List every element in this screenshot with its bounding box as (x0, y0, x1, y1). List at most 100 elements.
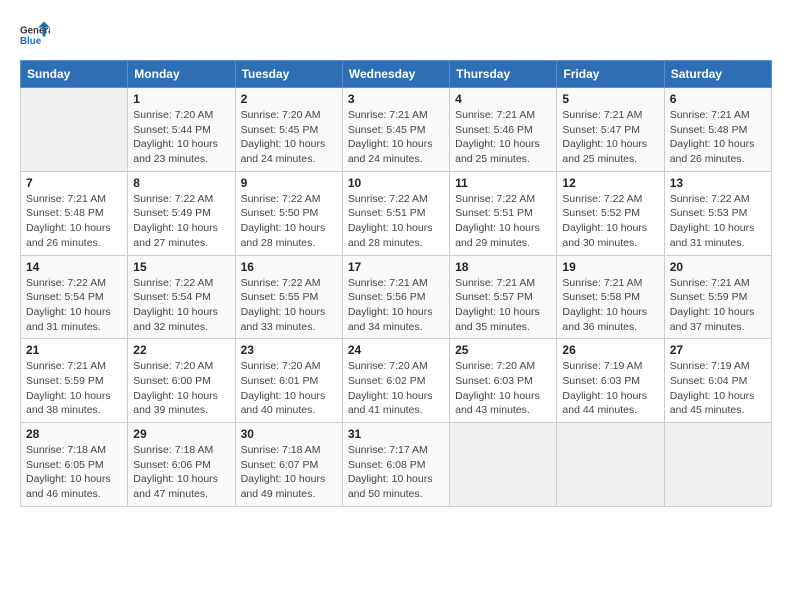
day-info: Sunrise: 7:20 AMSunset: 6:00 PMDaylight:… (133, 359, 229, 418)
calendar-cell: 14 Sunrise: 7:22 AMSunset: 5:54 PMDayligh… (21, 255, 128, 339)
calendar-cell: 7 Sunrise: 7:21 AMSunset: 5:48 PMDaylight… (21, 171, 128, 255)
calendar-week-4: 21 Sunrise: 7:21 AMSunset: 5:59 PMDayligh… (21, 339, 772, 423)
calendar-cell: 13 Sunrise: 7:22 AMSunset: 5:53 PMDayligh… (664, 171, 771, 255)
day-number: 18 (455, 260, 551, 274)
day-info: Sunrise: 7:22 AMSunset: 5:52 PMDaylight:… (562, 192, 658, 251)
calendar-week-2: 7 Sunrise: 7:21 AMSunset: 5:48 PMDaylight… (21, 171, 772, 255)
day-number: 3 (348, 92, 444, 106)
calendar-cell: 8 Sunrise: 7:22 AMSunset: 5:49 PMDaylight… (128, 171, 235, 255)
day-number: 31 (348, 427, 444, 441)
calendar-week-1: 1 Sunrise: 7:20 AMSunset: 5:44 PMDaylight… (21, 88, 772, 172)
day-info: Sunrise: 7:21 AMSunset: 5:48 PMDaylight:… (26, 192, 122, 251)
calendar-cell: 6Sunrise: 7:21 AMSunset: 5:48 PMDaylight… (664, 88, 771, 172)
day-header-saturday: Saturday (664, 61, 771, 88)
day-info: Sunrise: 7:21 AMSunset: 5:45 PMDaylight:… (348, 108, 444, 167)
calendar-cell: 26 Sunrise: 7:19 AMSunset: 6:03 PMDayligh… (557, 339, 664, 423)
day-number: 12 (562, 176, 658, 190)
day-info: Sunrise: 7:22 AMSunset: 5:54 PMDaylight:… (26, 276, 122, 335)
day-number: 5 (562, 92, 658, 106)
day-number: 14 (26, 260, 122, 274)
day-number: 13 (670, 176, 766, 190)
calendar-cell: 27 Sunrise: 7:19 AMSunset: 6:04 PMDayligh… (664, 339, 771, 423)
day-number: 21 (26, 343, 122, 357)
day-number: 2 (241, 92, 337, 106)
day-number: 15 (133, 260, 229, 274)
day-info: Sunrise: 7:21 AMSunset: 5:48 PMDaylight:… (670, 108, 766, 167)
day-info: Sunrise: 7:22 AMSunset: 5:51 PMDaylight:… (455, 192, 551, 251)
day-number: 25 (455, 343, 551, 357)
calendar-cell: 16 Sunrise: 7:22 AMSunset: 5:55 PMDayligh… (235, 255, 342, 339)
day-number: 22 (133, 343, 229, 357)
day-info: Sunrise: 7:19 AMSunset: 6:04 PMDaylight:… (670, 359, 766, 418)
day-number: 23 (241, 343, 337, 357)
calendar-week-3: 14 Sunrise: 7:22 AMSunset: 5:54 PMDayligh… (21, 255, 772, 339)
day-info: Sunrise: 7:20 AMSunset: 6:03 PMDaylight:… (455, 359, 551, 418)
day-info: Sunrise: 7:21 AMSunset: 5:58 PMDaylight:… (562, 276, 658, 335)
calendar-cell: 1 Sunrise: 7:20 AMSunset: 5:44 PMDaylight… (128, 88, 235, 172)
day-number: 29 (133, 427, 229, 441)
day-number: 10 (348, 176, 444, 190)
day-number: 17 (348, 260, 444, 274)
day-info: Sunrise: 7:22 AMSunset: 5:50 PMDaylight:… (241, 192, 337, 251)
calendar-cell: 5 Sunrise: 7:21 AMSunset: 5:47 PMDaylight… (557, 88, 664, 172)
page-header: General Blue (20, 20, 772, 50)
day-info: Sunrise: 7:21 AMSunset: 5:57 PMDaylight:… (455, 276, 551, 335)
day-number: 9 (241, 176, 337, 190)
day-info: Sunrise: 7:21 AMSunset: 5:56 PMDaylight:… (348, 276, 444, 335)
calendar-cell: 20Sunrise: 7:21 AMSunset: 5:59 PMDayligh… (664, 255, 771, 339)
calendar-cell (450, 423, 557, 507)
day-number: 28 (26, 427, 122, 441)
calendar-cell: 24Sunrise: 7:20 AMSunset: 6:02 PMDayligh… (342, 339, 449, 423)
calendar-cell: 25 Sunrise: 7:20 AMSunset: 6:03 PMDayligh… (450, 339, 557, 423)
day-info: Sunrise: 7:17 AMSunset: 6:08 PMDaylight:… (348, 443, 444, 502)
calendar-cell (664, 423, 771, 507)
calendar-cell: 4 Sunrise: 7:21 AMSunset: 5:46 PMDaylight… (450, 88, 557, 172)
day-header-monday: Monday (128, 61, 235, 88)
day-number: 1 (133, 92, 229, 106)
day-number: 7 (26, 176, 122, 190)
day-info: Sunrise: 7:21 AMSunset: 5:46 PMDaylight:… (455, 108, 551, 167)
day-info: Sunrise: 7:21 AMSunset: 5:47 PMDaylight:… (562, 108, 658, 167)
calendar-cell: 19 Sunrise: 7:21 AMSunset: 5:58 PMDayligh… (557, 255, 664, 339)
day-number: 11 (455, 176, 551, 190)
day-info: Sunrise: 7:22 AMSunset: 5:55 PMDaylight:… (241, 276, 337, 335)
day-info: Sunrise: 7:20 AMSunset: 6:01 PMDaylight:… (241, 359, 337, 418)
day-number: 16 (241, 260, 337, 274)
calendar-cell: 29 Sunrise: 7:18 AMSunset: 6:06 PMDayligh… (128, 423, 235, 507)
day-number: 20 (670, 260, 766, 274)
day-header-thursday: Thursday (450, 61, 557, 88)
calendar-cell (557, 423, 664, 507)
day-number: 26 (562, 343, 658, 357)
calendar-cell: 22 Sunrise: 7:20 AMSunset: 6:00 PMDayligh… (128, 339, 235, 423)
calendar-cell: 21 Sunrise: 7:21 AMSunset: 5:59 PMDayligh… (21, 339, 128, 423)
day-header-friday: Friday (557, 61, 664, 88)
calendar-cell: 11 Sunrise: 7:22 AMSunset: 5:51 PMDayligh… (450, 171, 557, 255)
logo: General Blue (20, 20, 50, 50)
calendar-cell: 15Sunrise: 7:22 AMSunset: 5:54 PMDayligh… (128, 255, 235, 339)
calendar-cell: 18 Sunrise: 7:21 AMSunset: 5:57 PMDayligh… (450, 255, 557, 339)
calendar-cell: 31 Sunrise: 7:17 AMSunset: 6:08 PMDayligh… (342, 423, 449, 507)
day-number: 30 (241, 427, 337, 441)
calendar-cell: 2Sunrise: 7:20 AMSunset: 5:45 PMDaylight… (235, 88, 342, 172)
calendar-cell: 9 Sunrise: 7:22 AMSunset: 5:50 PMDaylight… (235, 171, 342, 255)
day-header-wednesday: Wednesday (342, 61, 449, 88)
day-number: 19 (562, 260, 658, 274)
day-info: Sunrise: 7:19 AMSunset: 6:03 PMDaylight:… (562, 359, 658, 418)
day-info: Sunrise: 7:22 AMSunset: 5:53 PMDaylight:… (670, 192, 766, 251)
day-number: 27 (670, 343, 766, 357)
day-info: Sunrise: 7:22 AMSunset: 5:49 PMDaylight:… (133, 192, 229, 251)
day-number: 8 (133, 176, 229, 190)
day-info: Sunrise: 7:20 AMSunset: 5:44 PMDaylight:… (133, 108, 229, 167)
day-info: Sunrise: 7:18 AMSunset: 6:06 PMDaylight:… (133, 443, 229, 502)
day-header-tuesday: Tuesday (235, 61, 342, 88)
day-number: 4 (455, 92, 551, 106)
calendar-cell: 3 Sunrise: 7:21 AMSunset: 5:45 PMDaylight… (342, 88, 449, 172)
day-info: Sunrise: 7:21 AMSunset: 5:59 PMDaylight:… (26, 359, 122, 418)
calendar-week-5: 28Sunrise: 7:18 AMSunset: 6:05 PMDayligh… (21, 423, 772, 507)
calendar-cell (21, 88, 128, 172)
day-number: 24 (348, 343, 444, 357)
calendar-cell: 30Sunrise: 7:18 AMSunset: 6:07 PMDayligh… (235, 423, 342, 507)
calendar-cell: 17 Sunrise: 7:21 AMSunset: 5:56 PMDayligh… (342, 255, 449, 339)
svg-text:Blue: Blue (20, 36, 42, 47)
day-info: Sunrise: 7:22 AMSunset: 5:51 PMDaylight:… (348, 192, 444, 251)
